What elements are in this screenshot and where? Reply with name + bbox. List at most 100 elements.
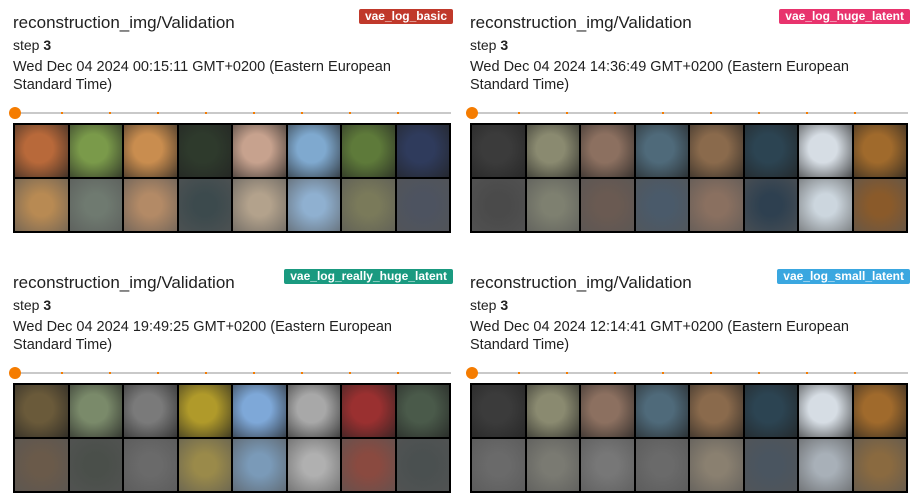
step-slider[interactable]: [9, 366, 451, 380]
slider-thumb[interactable]: [9, 107, 21, 119]
slider-tick: [662, 112, 664, 114]
reconstructed-image: [526, 439, 579, 491]
reconstructed-image: [287, 439, 340, 491]
reconstructed-image: [287, 179, 340, 231]
original-image: [581, 125, 634, 177]
reconstructed-image: [396, 439, 449, 491]
timestamp: Wed Dec 04 2024 12:14:41 GMT+0200 (Easte…: [470, 319, 849, 353]
slider-tick: [205, 112, 207, 114]
slider-tick: [349, 372, 351, 374]
original-image: [396, 125, 449, 177]
card-title: reconstruction_img/Validation: [13, 273, 235, 292]
step-value: 3: [43, 37, 52, 53]
original-image: [124, 125, 177, 177]
original-image: [744, 125, 797, 177]
reconstructed-image: [15, 179, 68, 231]
original-image: [287, 125, 340, 177]
reconstructed-image: [853, 439, 906, 491]
reconstructed-image: [178, 439, 231, 491]
reconstructed-image: [396, 179, 449, 231]
reconstructed-image: [15, 439, 68, 491]
original-image: [233, 125, 286, 177]
slider-tick: [301, 372, 303, 374]
original-image: [342, 385, 395, 437]
slider-tick: [109, 372, 111, 374]
reconstructed-image: [69, 179, 122, 231]
reconstructed-image: [233, 439, 286, 491]
slider-tick: [662, 372, 664, 374]
reconstructed-image: [124, 439, 177, 491]
slider-track: [470, 372, 908, 374]
original-image: [690, 125, 743, 177]
reconstructed-image: [178, 179, 231, 231]
reconstructed-image: [690, 439, 743, 491]
reconstructed-image: [124, 179, 177, 231]
slider-tick: [253, 372, 255, 374]
slider-tick: [806, 372, 808, 374]
timestamp: Wed Dec 04 2024 14:36:49 GMT+0200 (Easte…: [470, 59, 849, 93]
original-image: [581, 385, 634, 437]
slider-track: [13, 372, 451, 374]
original-image: [178, 125, 231, 177]
reconstructed-image: [526, 179, 579, 231]
slider-thumb[interactable]: [9, 367, 21, 379]
card-title: reconstruction_img/Validation: [13, 13, 235, 32]
image-grid: [13, 383, 451, 493]
step-label: step: [13, 37, 40, 53]
step-slider[interactable]: [9, 106, 451, 120]
reconstructed-image: [635, 439, 688, 491]
original-image: [472, 385, 525, 437]
step-row: step 3: [470, 296, 508, 314]
original-image: [799, 385, 852, 437]
card-title: reconstruction_img/Validation: [470, 13, 692, 32]
slider-tick: [806, 112, 808, 114]
slider-tick: [710, 372, 712, 374]
original-image: [690, 385, 743, 437]
step-value: 3: [43, 297, 52, 313]
reconstructed-image: [635, 179, 688, 231]
original-image: [69, 125, 122, 177]
slider-thumb[interactable]: [466, 367, 478, 379]
step-slider[interactable]: [466, 366, 908, 380]
original-image: [526, 125, 579, 177]
original-image: [853, 385, 906, 437]
original-image: [124, 385, 177, 437]
slider-track: [470, 112, 908, 114]
reconstructed-image: [233, 179, 286, 231]
step-label: step: [470, 297, 497, 313]
reconstructed-image: [853, 179, 906, 231]
original-image: [178, 385, 231, 437]
card-title: reconstruction_img/Validation: [470, 273, 692, 292]
slider-track: [13, 112, 451, 114]
reconstructed-image: [581, 179, 634, 231]
slider-tick: [397, 112, 399, 114]
original-image: [799, 125, 852, 177]
slider-tick: [854, 112, 856, 114]
reconstructed-image: [690, 179, 743, 231]
reconstructed-image: [342, 179, 395, 231]
step-row: step 3: [13, 296, 51, 314]
slider-tick: [710, 112, 712, 114]
run-badge: vae_log_small_latent: [777, 269, 910, 284]
image-grid: [470, 123, 908, 233]
slider-tick: [157, 372, 159, 374]
slider-tick: [758, 112, 760, 114]
reconstructed-image: [472, 439, 525, 491]
run-badge: vae_log_really_huge_latent: [284, 269, 453, 284]
original-image: [853, 125, 906, 177]
slider-tick: [614, 112, 616, 114]
original-image: [472, 125, 525, 177]
run-badge: vae_log_basic: [358, 9, 453, 24]
original-image: [15, 385, 68, 437]
slider-tick: [61, 372, 63, 374]
original-image: [287, 385, 340, 437]
step-value: 3: [500, 297, 509, 313]
slider-tick: [253, 112, 255, 114]
slider-tick: [157, 112, 159, 114]
image-grid: [13, 123, 451, 233]
step-slider[interactable]: [466, 106, 908, 120]
slider-thumb[interactable]: [466, 107, 478, 119]
timestamp: Wed Dec 04 2024 00:15:11 GMT+0200 (Easte…: [13, 59, 391, 93]
original-image: [635, 385, 688, 437]
slider-tick: [518, 372, 520, 374]
